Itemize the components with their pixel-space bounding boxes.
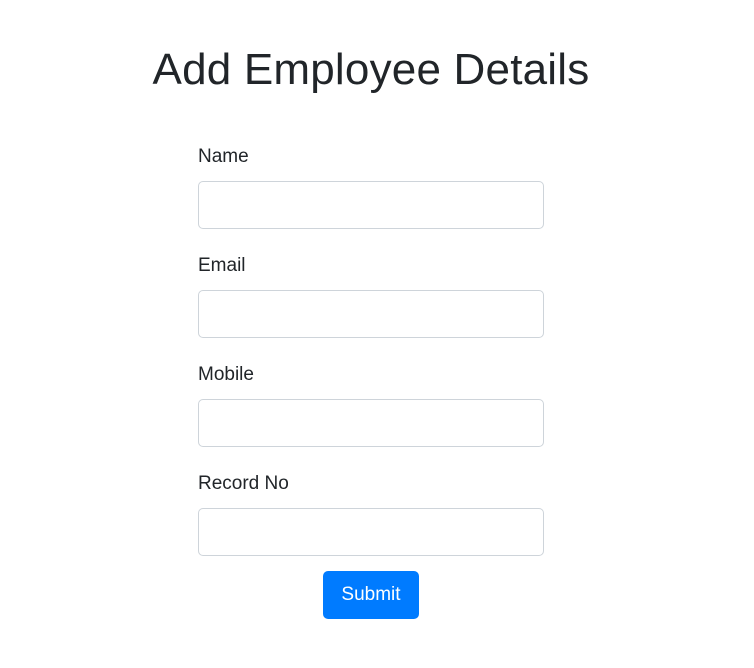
email-field-group: Email xyxy=(198,249,544,338)
record-no-field-group: Record No xyxy=(198,467,544,556)
mobile-field-group: Mobile xyxy=(198,358,544,447)
name-field-group: Name xyxy=(198,140,544,229)
mobile-label: Mobile xyxy=(198,364,254,385)
record-no-label: Record No xyxy=(198,473,289,494)
email-input[interactable] xyxy=(198,290,544,338)
name-label: Name xyxy=(198,146,249,167)
form-actions: Submit xyxy=(0,571,742,619)
email-label: Email xyxy=(198,255,246,276)
record-no-input[interactable] xyxy=(198,508,544,556)
mobile-input[interactable] xyxy=(198,399,544,447)
employee-form: Name Email Mobile Record No xyxy=(198,140,544,576)
page-title: Add Employee Details xyxy=(152,45,590,94)
submit-button[interactable]: Submit xyxy=(323,571,419,619)
name-input[interactable] xyxy=(198,181,544,229)
page: Add Employee Details Name Email Mobile R… xyxy=(0,0,754,668)
